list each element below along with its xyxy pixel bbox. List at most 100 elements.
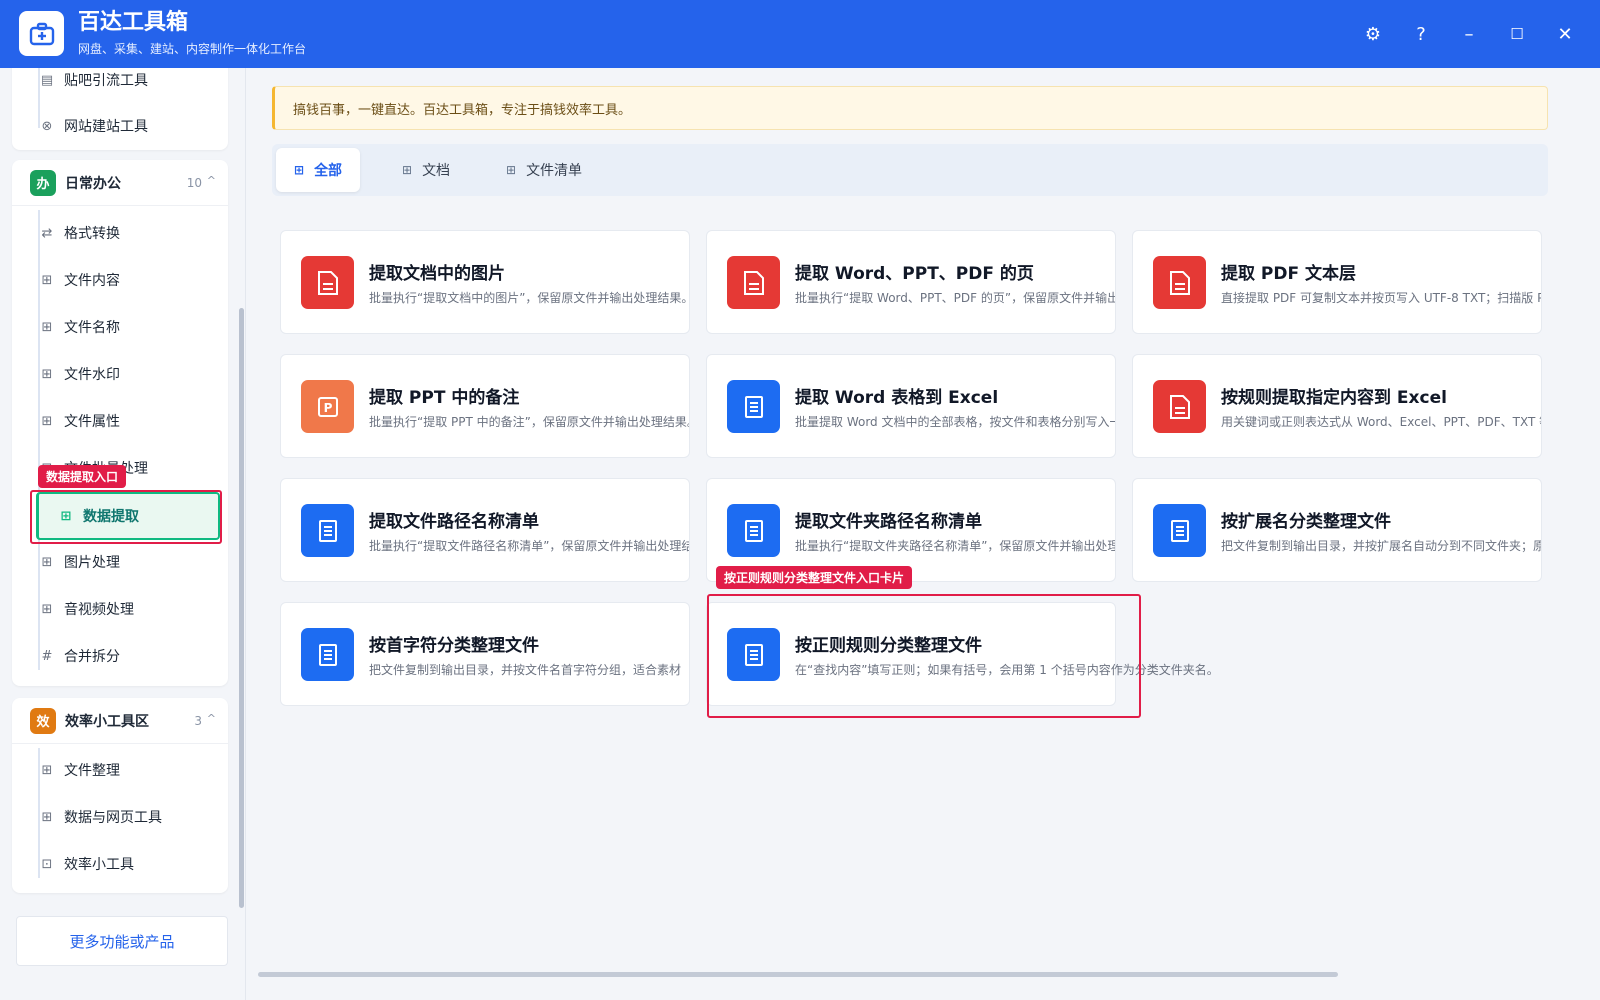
tool-card-sort-by-extension[interactable]: 按扩展名分类整理文件 把文件复制到输出目录，并按扩展名自动分到不同文件夹；原文件… — [1132, 478, 1542, 582]
tab-file-list[interactable]: ⊞ 文件清单 — [488, 148, 600, 192]
sidebar-item-av-process[interactable]: ⊞ 音视频处理 — [20, 587, 220, 631]
sidebar-item-label: 贴吧引流工具 — [64, 73, 148, 89]
sidebar-group-efficiency: 效 效率小工具区 3 ^ ⊞ 文件整理 ⊞ 数据与网页工具 ⊡ 效率小工具 — [12, 698, 228, 893]
card-desc: 用关键词或正则表达式从 Word、Excel、PPT、PDF、TXT 等文档中提… — [1221, 415, 1541, 429]
notice-banner: 搞钱百事，一键直达。百达工具箱，专注于搞钱效率工具。 — [272, 86, 1548, 130]
sidebar-item-site-builder[interactable]: ⊗ 网站建站工具 — [20, 104, 220, 148]
sidebar-item-file-watermark[interactable]: ⊞ 文件水印 — [20, 352, 220, 396]
card-desc: 把文件复制到输出目录，并按文件名首字符分组，适合素材、文档整理。 — [369, 663, 681, 677]
more-features-button[interactable]: 更多功能或产品 — [16, 916, 228, 966]
sidebar-item-label: 数据与网页工具 — [64, 810, 162, 826]
sidebar-item-label: 音视频处理 — [64, 602, 134, 618]
tool-card-extract-doc-images[interactable]: 提取文档中的图片 批量执行“提取文档中的图片”，保留原文件并输出处理结果。 — [280, 230, 690, 334]
card-title: 按扩展名分类整理文件 — [1221, 512, 1391, 532]
doc-icon — [301, 504, 354, 557]
tab-label: 文档 — [422, 163, 451, 179]
grid-icon: ⊞ — [41, 601, 53, 617]
scrollbar-thumb[interactable] — [258, 972, 1338, 977]
tool-card-sort-by-first-char[interactable]: 按首字符分类整理文件 把文件复制到输出目录，并按文件名首字符分组，适合素材、文档… — [280, 602, 690, 706]
card-desc: 批量执行“提取 Word、PPT、PDF 的页”，保留原文件并输出处理结果。 — [795, 291, 1116, 305]
file-icon — [727, 256, 780, 309]
group-badge: 效 — [30, 707, 56, 734]
tool-card-extract-pdf-text[interactable]: 提取 PDF 文本层 直接提取 PDF 可复制文本并按页写入 UTF-8 TXT… — [1132, 230, 1542, 334]
swap-icon: ⇄ — [41, 225, 53, 241]
card-title: 提取 PDF 文本层 — [1221, 264, 1357, 284]
card-title: 提取 Word、PPT、PDF 的页 — [795, 264, 1034, 284]
doc-icon — [727, 628, 780, 681]
sidebar-item-label: 文件内容 — [64, 273, 120, 289]
sidebar-scrollbar[interactable] — [238, 68, 245, 1000]
sidebar-item-merge-split[interactable]: # 合并拆分 — [20, 634, 220, 678]
sidebar-item-label: 图片处理 — [64, 555, 120, 571]
card-desc: 在“查找内容”填写正则；如果有括号，会用第 1 个括号内容作为分类文件夹名。 — [795, 663, 1219, 677]
card-title: 提取文件路径名称清单 — [369, 512, 539, 532]
globe-icon: ⊗ — [41, 118, 53, 134]
sidebar-item-file-name[interactable]: ⊞ 文件名称 — [20, 305, 220, 349]
file-icon — [1153, 256, 1206, 309]
sidebar-group-promo: ▤ 贴吧引流工具 ⊗ 网站建站工具 — [12, 68, 228, 150]
main-horizontal-scrollbar[interactable] — [256, 970, 1600, 980]
group-header-office[interactable]: 办 日常办公 10 ^ — [12, 160, 228, 206]
tool-card-file-path-list[interactable]: 提取文件路径名称清单 批量执行“提取文件路径名称清单”，保留原文件并输出处理结果… — [280, 478, 690, 582]
sidebar-item-file-organize[interactable]: ⊞ 文件整理 — [20, 748, 220, 792]
main-content: 搞钱百事，一键直达。百达工具箱，专注于搞钱效率工具。 ⊞ 全部 ⊞ 文档 ⊞ 文… — [246, 68, 1600, 1000]
chevron-up-icon[interactable]: ^ — [207, 174, 216, 187]
grid-icon: ⊞ — [60, 508, 72, 524]
sidebar-item-data-extract[interactable]: ⊞ 数据提取 — [36, 492, 220, 540]
chevron-up-icon[interactable]: ^ — [207, 712, 216, 725]
group-badge: 办 — [30, 169, 56, 196]
group-count: 3 — [194, 713, 202, 728]
tool-card-extract-ppt-notes[interactable]: P 提取 PPT 中的备注 批量执行“提取 PPT 中的备注”，保留原文件并输出… — [280, 354, 690, 458]
card-title: 提取文档中的图片 — [369, 264, 505, 284]
sidebar-item-label: 文件水印 — [64, 367, 120, 383]
sidebar-item-data-web-tools[interactable]: ⊞ 数据与网页工具 — [20, 795, 220, 839]
sidebar-item-label: 文件整理 — [64, 763, 120, 779]
group-name: 日常办公 — [65, 175, 121, 192]
hash-icon: # — [41, 648, 53, 664]
tab-label: 全部 — [314, 163, 343, 179]
doc-icon — [727, 504, 780, 557]
sidebar-item-tieba[interactable]: ▤ 贴吧引流工具 — [20, 68, 220, 102]
settings-gear-icon[interactable]: ⚙ — [1357, 18, 1389, 50]
title-bar: 百达工具箱 网盘、采集、建站、内容制作一体化工作台 ⚙ ? – ☐ ✕ — [0, 0, 1600, 68]
sidebar-item-file-content[interactable]: ⊞ 文件内容 — [20, 258, 220, 302]
scrollbar-thumb[interactable] — [239, 308, 244, 908]
svg-text:P: P — [323, 401, 332, 415]
maximize-button[interactable]: ☐ — [1501, 18, 1533, 50]
card-title: 按正则规则分类整理文件 — [795, 636, 982, 656]
sidebar-item-format-convert[interactable]: ⇄ 格式转换 — [20, 211, 220, 255]
sidebar-item-label: 文件属性 — [64, 414, 120, 430]
grid-icon: ⊞ — [41, 413, 53, 429]
grid-icon: ⊞ — [41, 762, 53, 778]
minimize-button[interactable]: – — [1453, 18, 1485, 50]
sidebar-item-label: 格式转换 — [64, 226, 120, 242]
app-subtitle: 网盘、采集、建站、内容制作一体化工作台 — [78, 42, 307, 56]
grid-icon: ⊞ — [41, 319, 53, 335]
tool-card-rule-extract-to-excel[interactable]: 按规则提取指定内容到 Excel 用关键词或正则表达式从 Word、Excel、… — [1132, 354, 1542, 458]
card-desc: 批量执行“提取文件路径名称清单”，保留原文件并输出处理结果。 — [369, 539, 690, 553]
tool-card-word-table-to-excel[interactable]: 提取 Word 表格到 Excel 批量提取 Word 文档中的全部表格，按文件… — [706, 354, 1116, 458]
doc-icon — [727, 380, 780, 433]
sidebar-item-label: 数据提取 — [83, 509, 139, 525]
close-button[interactable]: ✕ — [1549, 18, 1581, 50]
group-header-efficiency[interactable]: 效 效率小工具区 3 ^ — [12, 698, 228, 744]
category-tabs: ⊞ 全部 ⊞ 文档 ⊞ 文件清单 — [272, 144, 1548, 196]
tab-documents[interactable]: ⊞ 文档 — [384, 148, 468, 192]
grid-icon: ⊞ — [506, 163, 517, 177]
card-desc: 批量执行“提取文件夹路径名称清单”，保留原文件并输出处理结果。 — [795, 539, 1115, 553]
tool-card-extract-office-pages[interactable]: 提取 Word、PPT、PDF 的页 批量执行“提取 Word、PPT、PDF … — [706, 230, 1116, 334]
list-icon: ▤ — [40, 72, 54, 88]
sidebar-item-label: 网站建站工具 — [64, 119, 148, 135]
ppt-icon: P — [301, 380, 354, 433]
app-title: 百达工具箱 — [78, 10, 189, 35]
card-title: 提取 PPT 中的备注 — [369, 388, 520, 408]
toolbox-logo-icon — [19, 11, 64, 56]
tool-card-sort-by-regex[interactable]: 按正则规则分类整理文件 在“查找内容”填写正则；如果有括号，会用第 1 个括号内… — [706, 602, 1219, 706]
sidebar-item-file-properties[interactable]: ⊞ 文件属性 — [20, 399, 220, 443]
sidebar-item-efficiency-tools[interactable]: ⊡ 效率小工具 — [20, 842, 220, 886]
doc-icon — [1153, 504, 1206, 557]
sidebar-item-image-process[interactable]: ⊞ 图片处理 — [20, 540, 220, 584]
tab-all[interactable]: ⊞ 全部 — [276, 148, 361, 192]
help-icon[interactable]: ? — [1405, 18, 1437, 50]
toolbox-icon: ⊡ — [41, 856, 53, 872]
